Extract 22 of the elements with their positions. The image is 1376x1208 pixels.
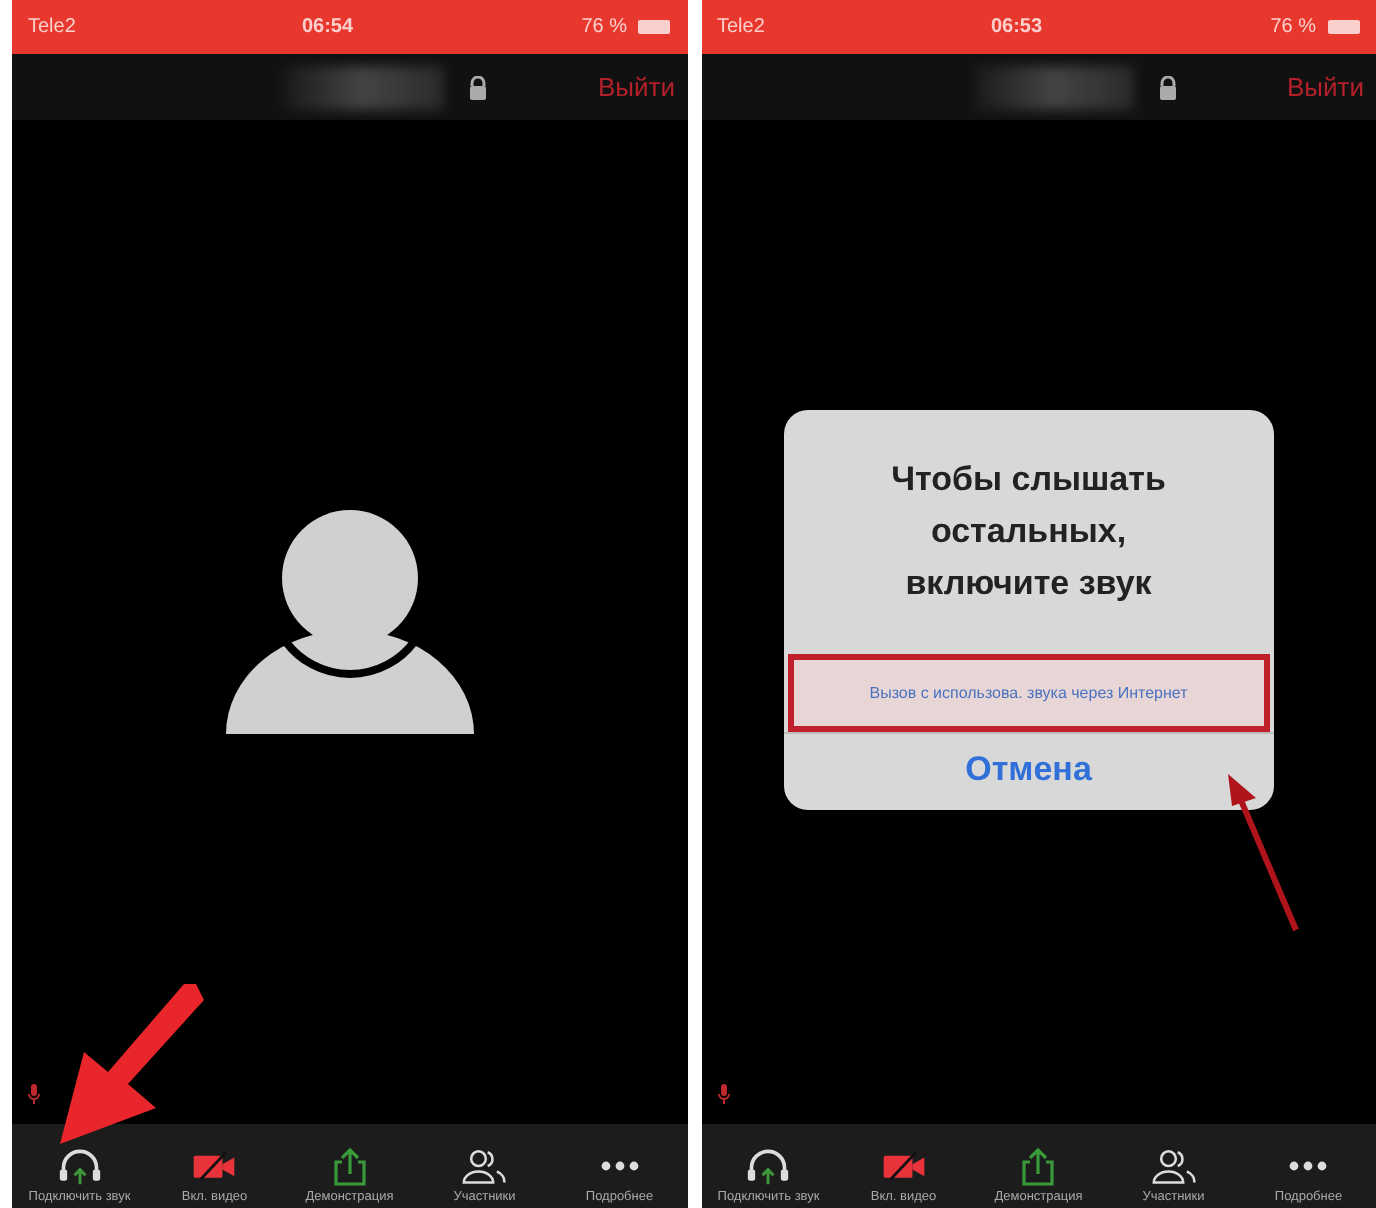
battery-icon <box>638 20 671 34</box>
participants-icon <box>1151 1146 1196 1186</box>
battery-icon <box>1327 20 1360 34</box>
participants-icon <box>462 1146 507 1186</box>
battery-level: 76 % <box>1268 16 1316 38</box>
more-icon <box>597 1160 642 1172</box>
avatar-icon <box>225 510 474 734</box>
headphones-icon <box>57 1146 102 1186</box>
lock-icon <box>1157 75 1177 99</box>
lock-icon <box>468 75 488 99</box>
mic-muted-icon <box>717 1084 729 1104</box>
mic-muted-icon <box>28 1084 40 1104</box>
dialog-title: Чтобы слышать остальных, включите звук <box>889 458 1168 606</box>
carrier-name: Tele2 <box>717 16 767 38</box>
video-off-icon <box>192 1146 237 1186</box>
clock-time: 06:53 <box>988 16 1045 38</box>
headphones-icon <box>746 1146 791 1186</box>
carrier-name: Tele2 <box>28 16 78 38</box>
clock-time: 06:54 <box>299 16 356 38</box>
more-icon <box>1286 1160 1331 1172</box>
video-off-icon <box>881 1146 926 1186</box>
battery-level: 76 % <box>579 16 627 38</box>
